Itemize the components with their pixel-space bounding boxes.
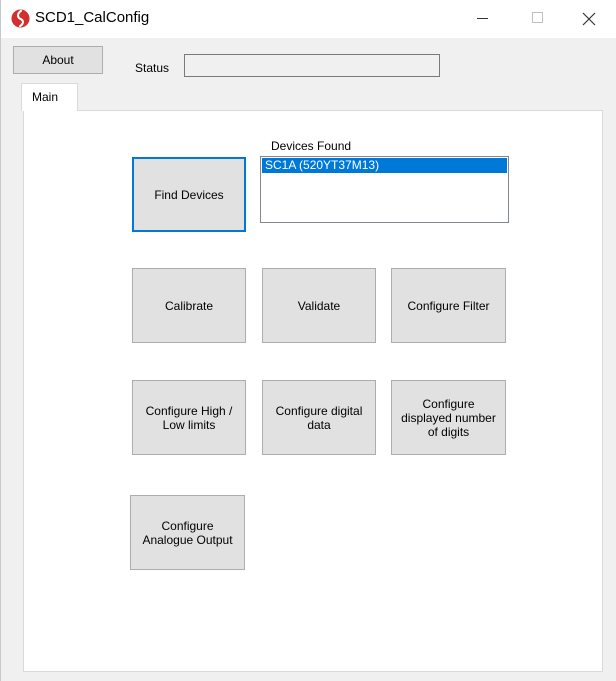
devices-found-list[interactable]: SC1A (520YT37M13) — [260, 156, 509, 223]
configure-displayed-digits-button[interactable]: Configure displayed number of digits — [391, 380, 506, 455]
minimize-icon — [477, 18, 488, 19]
close-button[interactable] — [567, 0, 613, 38]
configure-digital-data-button[interactable]: Configure digital data — [262, 380, 376, 455]
maximize-icon — [532, 12, 543, 23]
title-bar[interactable]: SCD1_CalConfig — [1, 0, 616, 38]
app-window: SCD1_CalConfig About Status Main Devices… — [0, 0, 616, 681]
close-icon — [582, 12, 596, 26]
minimize-button[interactable] — [465, 0, 511, 38]
configure-filter-button[interactable]: Configure Filter — [391, 268, 506, 343]
configure-analogue-output-button[interactable]: Configure Analogue Output — [130, 495, 245, 570]
app-logo-icon — [11, 9, 30, 28]
devices-found-label: Devices Found — [271, 139, 352, 153]
validate-button[interactable]: Validate — [262, 268, 376, 343]
calibrate-button[interactable]: Calibrate — [132, 268, 246, 343]
tab-main[interactable]: Main — [21, 83, 78, 111]
maximize-button[interactable] — [517, 0, 563, 38]
status-label: Status — [135, 61, 170, 75]
device-list-item[interactable]: SC1A (520YT37M13) — [262, 158, 507, 173]
status-field — [184, 54, 440, 77]
configure-high-low-limits-button[interactable]: Configure High / Low limits — [132, 380, 246, 455]
find-devices-button[interactable]: Find Devices — [132, 157, 246, 232]
about-button[interactable]: About — [13, 46, 103, 74]
tab-main-label: Main — [32, 90, 59, 104]
window-title: SCD1_CalConfig — [35, 9, 150, 26]
